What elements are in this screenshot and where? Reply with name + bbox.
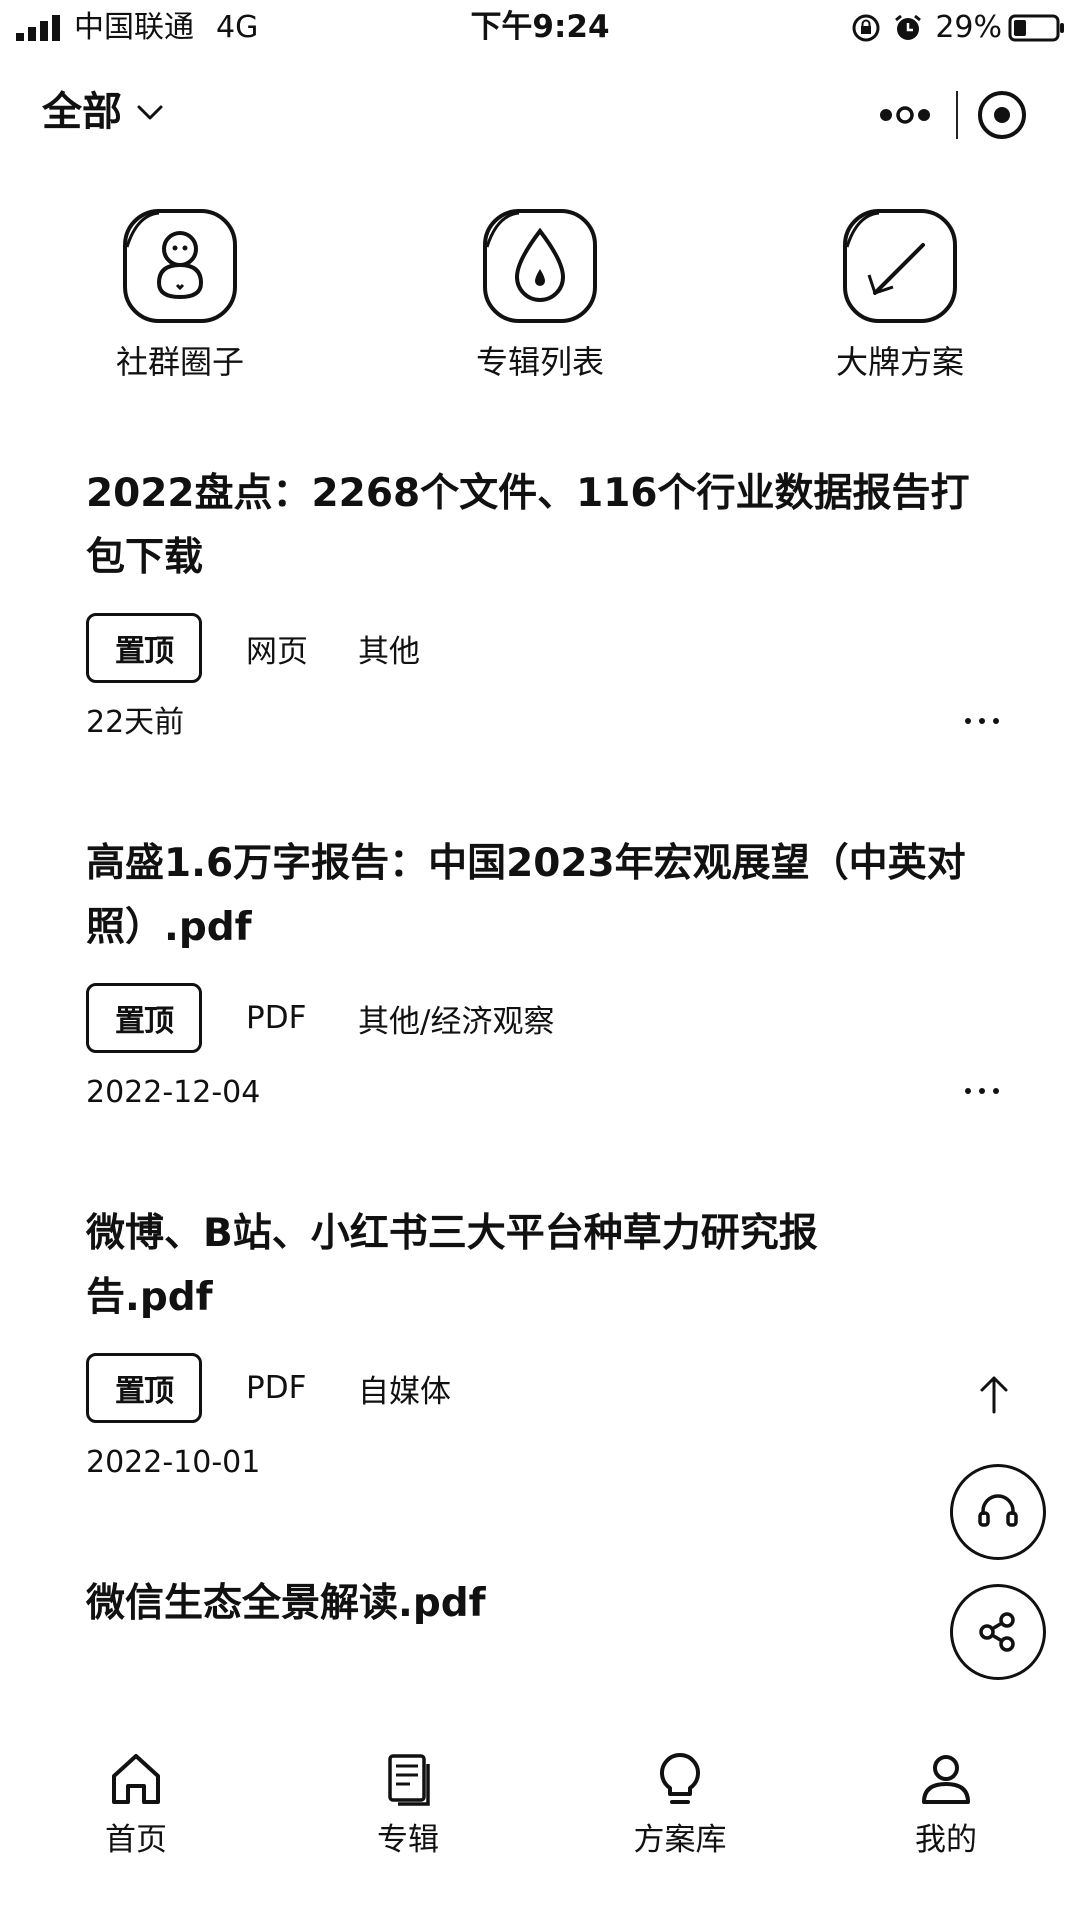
capsule-divider (956, 91, 958, 139)
close-target-icon[interactable] (974, 87, 1030, 143)
filter-label: 全部 (42, 89, 122, 135)
tab-home[interactable]: 首页 (36, 1748, 236, 1860)
list-item[interactable]: 2022盘点：2268个文件、116个行业数据报告打包下载 置顶 网页 其他 2… (0, 462, 1006, 744)
album-icon (388, 1754, 430, 1806)
tab-label: 首页 (105, 1822, 167, 1858)
pin-badge: 置顶 (86, 983, 202, 1053)
home-icon (112, 1754, 160, 1804)
list-item[interactable]: 微博、B站、小红书三大平台种草力研究报告.pdf 置顶 PDF 自媒体 2022… (0, 1202, 1006, 1484)
quick-entries: 社群圈子 专辑列表 大牌方案 (0, 205, 1080, 385)
pin-badge: 置顶 (86, 613, 202, 683)
article-feed: 2022盘点：2268个文件、116个行业数据报告打包下载 置顶 网页 其他 2… (0, 462, 1080, 1636)
more-icon[interactable] (956, 706, 1008, 736)
share-button[interactable] (950, 1584, 1046, 1680)
item-title[interactable]: 微博、B站、小红书三大平台种草力研究报告.pdf (86, 1202, 926, 1330)
item-category: 自媒体 (358, 1373, 451, 1410)
status-bar: 中国联通 4G 下午9:24 29% (0, 0, 1080, 56)
pin-badge: 置顶 (86, 1353, 202, 1423)
more-icon[interactable] (956, 1076, 1008, 1106)
alarm-icon (895, 14, 922, 40)
user-icon (922, 1755, 970, 1804)
bulb-icon (660, 1753, 700, 1804)
quick-entry-label: 专辑列表 (475, 343, 604, 381)
item-type: PDF (246, 1370, 307, 1406)
item-title[interactable]: 高盛1.6万字报告：中国2023年宏观展望（中英对照）.pdf (86, 832, 1006, 960)
tab-label: 我的 (915, 1822, 977, 1858)
headset-icon (978, 1494, 1018, 1527)
battery-percent: 29% (935, 10, 1002, 45)
category-filter[interactable]: 全部 (42, 84, 166, 140)
back-to-top-icon[interactable] (974, 1372, 1014, 1416)
quick-entry-brand-plans[interactable]: 大牌方案 (800, 205, 1000, 383)
item-category: 其他 (358, 633, 420, 670)
quick-entry-label: 大牌方案 (835, 343, 964, 381)
tab-label: 方案库 (633, 1822, 727, 1858)
item-date: 2022-12-04 (86, 1075, 261, 1110)
community-icon (123, 209, 237, 323)
customer-service-button[interactable] (950, 1464, 1046, 1560)
more-dots-icon[interactable] (864, 83, 956, 147)
quick-entry-label: 社群圈子 (115, 343, 244, 381)
rotation-lock-icon (852, 14, 880, 42)
quick-entry-community[interactable]: 社群圈子 (80, 205, 280, 383)
item-date: 2022-10-01 (86, 1445, 261, 1480)
list-item[interactable]: 微信生态全景解读.pdf (0, 1572, 1006, 1636)
album-drop-icon (483, 209, 597, 323)
chevron-down-icon (137, 105, 163, 120)
quick-entry-albums[interactable]: 专辑列表 (440, 205, 640, 383)
list-item[interactable]: 高盛1.6万字报告：中国2023年宏观展望（中英对照）.pdf 置顶 PDF 其… (0, 832, 1006, 1114)
tab-plan-library[interactable]: 方案库 (580, 1748, 780, 1860)
tab-albums[interactable]: 专辑 (308, 1748, 508, 1860)
header: 全部 (0, 68, 1080, 156)
item-title[interactable]: 微信生态全景解读.pdf (86, 1572, 1006, 1636)
share-icon (979, 1612, 1015, 1652)
item-type: 网页 (246, 633, 308, 670)
pen-icon (843, 209, 957, 323)
item-type: PDF (246, 1000, 307, 1036)
tab-me[interactable]: 我的 (846, 1748, 1046, 1860)
item-title[interactable]: 2022盘点：2268个文件、116个行业数据报告打包下载 (86, 462, 1006, 590)
battery-icon (1008, 14, 1064, 42)
item-date: 22天前 (86, 705, 185, 740)
tab-label: 专辑 (377, 1822, 439, 1858)
item-category: 其他/经济观察 (358, 1003, 555, 1040)
mini-program-capsule (864, 83, 1054, 147)
tab-bar: 首页 专辑 方案库 我的 (0, 1748, 1080, 1920)
